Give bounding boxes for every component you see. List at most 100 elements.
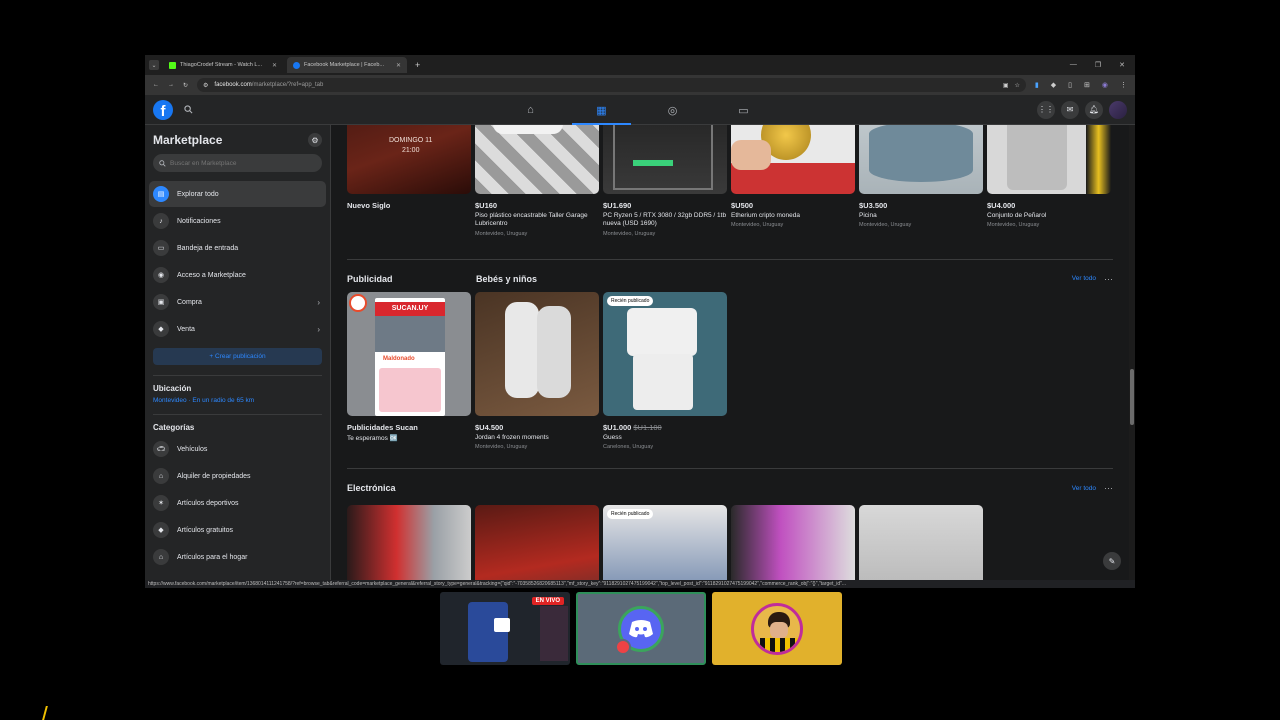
ext-badge-icon[interactable]: ◉	[1102, 81, 1108, 89]
create-listing-button[interactable]: + Crear publicación	[153, 348, 322, 365]
home-icon[interactable]: ⌂	[495, 95, 566, 125]
compose-icon[interactable]: ✎	[1103, 552, 1121, 570]
sidebar-item-inbox[interactable]: ▭ Bandeja de entrada	[149, 235, 326, 261]
listing-image	[475, 291, 599, 416]
listing-price: $U4.000	[987, 201, 1016, 210]
sidebar-item-notifications[interactable]: ♪ Notificaciones	[149, 208, 326, 234]
sidebar-item-marketplace-access[interactable]: ◉ Acceso a Marketplace	[149, 262, 326, 288]
listing-card[interactable]: Recién publicado $U1.000 $U1.100 Guess Ca…	[603, 291, 727, 450]
listing-card[interactable]: $U1.690 PC Ryzen 5 / RTX 3080 / 32gb DDR…	[603, 125, 727, 237]
listing-location: Montevideo, Uruguay	[731, 222, 784, 229]
scrollbar-thumb[interactable]	[1130, 369, 1134, 425]
sidebar-item-label: Venta	[177, 325, 195, 333]
see-all-link[interactable]: Ver todo	[1072, 485, 1096, 492]
more-options-icon[interactable]: ···	[1104, 483, 1113, 493]
close-window-icon[interactable]: ✕	[1119, 61, 1125, 69]
close-icon[interactable]: ✕	[272, 62, 277, 69]
listing-card[interactable]: $U500 Etherium cripto moneda Montevideo,…	[731, 125, 855, 237]
sidebar-item-sell[interactable]: ◆ Venta ›	[149, 316, 326, 342]
search-icon[interactable]	[181, 103, 195, 117]
address-bar[interactable]: ⚙ facebook.com/marketplace/?ref=app_tab …	[197, 78, 1026, 92]
listing-card[interactable]: Recién publicado	[603, 505, 727, 580]
location-link[interactable]: Montevideo · En un radio de 65 km	[149, 397, 326, 414]
category-label: Alquiler de propiedades	[177, 472, 251, 480]
minimize-icon[interactable]: —	[1070, 61, 1077, 69]
listing-location: Montevideo, Uruguay	[987, 222, 1040, 229]
inbox-icon: ▭	[153, 240, 169, 256]
bell-icon[interactable]: 🔔︎	[1085, 100, 1103, 119]
cast-icon[interactable]: ▣	[1003, 82, 1009, 89]
category-free[interactable]: ◆ Artículos gratuitos	[149, 517, 326, 543]
gear-icon[interactable]: ⚙	[308, 133, 322, 147]
groups-icon[interactable]: ◎	[637, 95, 708, 125]
site-info-icon[interactable]: ⚙	[203, 82, 208, 89]
gaming-icon[interactable]: ▭	[708, 95, 779, 125]
status-url: https://www.facebook.com/marketplace/ite…	[145, 580, 1135, 588]
listing-card[interactable]	[731, 505, 855, 580]
listing-row: Recién publicado	[347, 505, 1135, 580]
forward-icon[interactable]: →	[168, 82, 174, 88]
live-badge: EN VIVO	[531, 597, 564, 605]
puzzle-icon[interactable]: ▯	[1068, 81, 1072, 89]
bookmark-star-icon[interactable]: ☆	[1015, 82, 1020, 89]
category-sports[interactable]: ✶ Artículos deportivos	[149, 490, 326, 516]
see-all-link[interactable]: Ver todo	[1072, 275, 1096, 282]
listing-card[interactable]: DOMINGO 11 21:00 Nuevo Siglo	[347, 125, 471, 237]
listing-card[interactable]	[347, 505, 471, 580]
discord-cam	[576, 592, 706, 665]
new-tab-icon[interactable]: +	[411, 60, 424, 70]
marketplace-icon[interactable]: ▦	[566, 95, 637, 125]
extension-icon[interactable]: ▮	[1035, 81, 1039, 89]
tab-list-button[interactable]: ⌄	[149, 60, 159, 70]
browser-tab-kick[interactable]: ThiagoCrodef Stream - Watch L... ✕	[163, 57, 283, 73]
category-home[interactable]: ⌂ Artículos para el hogar	[149, 544, 326, 570]
facebook-favicon-icon	[293, 61, 300, 69]
listing-image	[731, 505, 855, 580]
menu-grid-icon[interactable]: ⋮⋮	[1037, 100, 1055, 119]
browser-window: ⌄ ThiagoCrodef Stream - Watch L... ✕ Fac…	[145, 55, 1135, 588]
close-icon[interactable]: ✕	[396, 62, 401, 69]
listing-card[interactable]: $U160 Piso plástico encastrable Taller G…	[475, 125, 599, 237]
listing-card[interactable]: $U3.500 Picina Montevideo, Uruguay	[859, 125, 983, 237]
more-options-icon[interactable]: ···	[1104, 274, 1113, 284]
avatar[interactable]	[1109, 100, 1127, 119]
ad-title: Publicidades Sucan	[347, 422, 418, 432]
bell-icon: ♪	[153, 213, 169, 229]
discord-icon	[615, 605, 664, 655]
restore-icon[interactable]: ❐	[1095, 61, 1101, 69]
ad-card[interactable]: SUCAN.UY Maldonado Publicidades Sucan Te…	[347, 291, 471, 450]
divider	[153, 414, 322, 415]
category-property-rentals[interactable]: ⌂ Alquiler de propiedades	[149, 463, 326, 489]
avatar	[751, 602, 803, 655]
sidebar-item-explore[interactable]: ▤ Explorar todo	[149, 181, 326, 207]
search-input[interactable]	[170, 159, 310, 167]
reload-icon[interactable]: ↻	[183, 82, 188, 89]
stream-overlay: EN VIVO	[440, 592, 842, 665]
back-icon[interactable]: ←	[153, 82, 159, 88]
facebook-logo[interactable]: f	[153, 99, 173, 120]
listing-card[interactable]	[859, 505, 983, 580]
listing-location: Montevideo, Uruguay	[603, 230, 656, 237]
sidebar-item-label: Compra	[177, 298, 202, 306]
messenger-icon[interactable]: ✉	[1061, 100, 1079, 119]
ad-brand-text: SUCAN.UY	[375, 301, 445, 316]
browser-tab-facebook[interactable]: Facebook Marketplace | Faceb... ✕	[287, 57, 407, 73]
listing-card[interactable]: $U4.000 Conjunto de Peñarol Montevideo, …	[987, 125, 1111, 237]
marketplace-search[interactable]	[153, 154, 322, 172]
sidebar-item-buy[interactable]: ▣ Compra ›	[149, 289, 326, 315]
listing-card[interactable]: $U4.500 Jordan 4 frozen moments Montevid…	[475, 291, 599, 450]
category-vehicles[interactable]: 🚗︎ Vehículos	[149, 436, 326, 462]
extension-icon[interactable]: ◆	[1051, 81, 1056, 89]
listing-card[interactable]	[475, 505, 599, 580]
tab-title: ThiagoCrodef Stream - Watch L...	[180, 62, 263, 68]
extensions: ▮ ◆ ▯ ⊞ ◉ ⋮	[1035, 81, 1127, 89]
scrollbar[interactable]	[1129, 125, 1135, 580]
listing-row: DOMINGO 11 21:00 Nuevo Siglo $U160 Piso …	[347, 125, 1135, 237]
section-header-ads-babies: Publicidad Bebés y niños Ver todo ···	[347, 269, 1113, 289]
listing-image	[347, 505, 471, 580]
image-caption: DOMINGO 11 21:00	[389, 137, 433, 154]
listing-image	[731, 125, 855, 194]
listing-title: Picina	[859, 212, 877, 219]
kebab-menu-icon[interactable]: ⋮	[1120, 81, 1127, 89]
profile-icon[interactable]: ⊞	[1084, 81, 1090, 89]
